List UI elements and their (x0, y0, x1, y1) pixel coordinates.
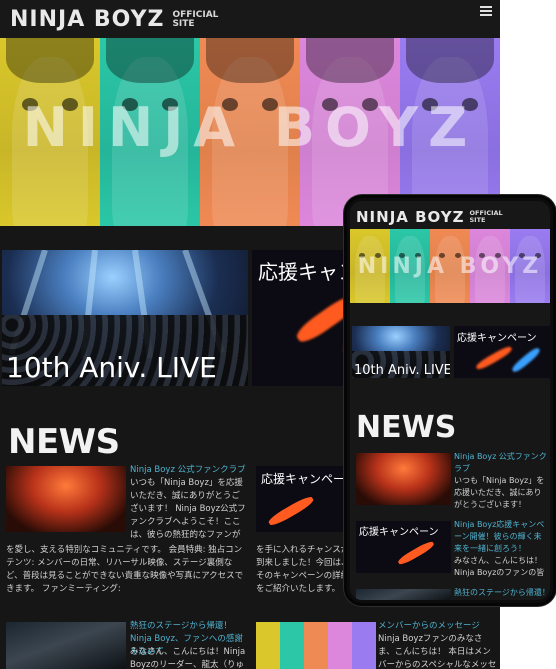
post-excerpt-continued: を愛し、支える特別なコミュニティです。 会員特典: 独占コンテンツ: メンバーの… (6, 545, 244, 594)
mobile-hero-banner: NINJA BOYZ (350, 229, 550, 303)
hero-title: NINJA BOYZ (22, 96, 478, 159)
brand-name: NINJA BOYZ (10, 7, 165, 32)
mobile-post-excerpt: いつも「Ninja Boyz」を応援いただき、誠にありがとうございます！ Nin… (454, 476, 545, 509)
mobile-preview: NINJA BOYZ OFFICIAL SITE NINJA BOYZ 10th… (344, 195, 556, 606)
site-header: NINJA BOYZ OFFICIAL SITE (0, 0, 500, 38)
mobile-brand-sub-line2: SITE (469, 216, 486, 224)
mobile-post-title[interactable]: Ninja Boyz 公式ファンクラブ (454, 451, 548, 475)
mobile-live-tile[interactable]: 10th Aniv. LIVE (352, 326, 450, 378)
mobile-news-post-campaign[interactable]: 応援キャンペーン Ninja Boyz応援キャンペーン開催！彼らの輝く未来を一緒… (350, 519, 550, 583)
post-thumbnail (6, 466, 126, 532)
news-heading: NEWS (8, 422, 120, 462)
post-excerpt-continued: を手に入れるチャンスが到来しました！今回は、そのキャンペーンの詳細をご紹介いたし… (256, 545, 350, 594)
news-post-fanclub[interactable]: Ninja Boyz 公式ファンクラブ いつも「Ninja Boyz」を応援いた… (0, 462, 250, 594)
live-tile[interactable]: 10th Aniv. LIVE (2, 250, 248, 386)
mobile-campaign-tile[interactable]: 応援キャンペーン (454, 326, 550, 378)
post-excerpt: Ninja Boyzファンのみなさま、こんにちは！ 本日はメンバーからのスペシャ… (378, 634, 497, 669)
live-tile-caption: 10th Aniv. LIVE (6, 351, 217, 384)
brand-sub-line2: SITE (172, 19, 195, 29)
mobile-thumb-caption: 応援キャンペーン (359, 527, 439, 538)
mobile-post-title[interactable]: Ninja Boyz応援キャンペーン開催！彼らの輝く未来を一緒に創ろう！ (454, 519, 548, 555)
mobile-campaign-tile-caption: 応援キャンペーン (457, 333, 537, 344)
news-post-member-message[interactable]: メンバーからのメッセージ Ninja Boyzファンのみなさま、こんにちは！ 本… (252, 618, 500, 669)
mobile-post-thumbnail (356, 453, 451, 505)
mobile-post-excerpt: みなさん、こんにちは！ Ninja Boyzのファンの皆 (454, 556, 545, 577)
mobile-site-logo[interactable]: NINJA BOYZ OFFICIAL SITE (356, 209, 503, 225)
mobile-post-title[interactable]: 熱狂のステージから帰還！ (454, 587, 548, 599)
mobile-news-heading: NEWS (356, 410, 457, 445)
post-excerpt: みなさん、こんにちは！Ninja Boyzのリーダー、龍太（りゅう (130, 647, 246, 669)
mobile-brand-subtitle: OFFICIAL SITE (470, 210, 503, 224)
mobile-news-post-stage-return[interactable]: 熱狂のステージから帰還！ (350, 587, 550, 600)
mobile-news-post-fanclub[interactable]: Ninja Boyz 公式ファンクラブ いつも「Ninja Boyz」を応援いた… (350, 451, 550, 515)
post-title[interactable]: Ninja Boyz 公式ファンクラブ (130, 464, 248, 477)
thumb-caption: 応援キャンペーン (261, 472, 348, 486)
post-thumbnail (6, 622, 126, 669)
site-logo[interactable]: NINJA BOYZ OFFICIAL SITE (10, 8, 218, 32)
mobile-post-thumbnail (356, 589, 451, 600)
mobile-live-tile-caption: 10th Aniv. LIVE (354, 363, 450, 378)
mobile-brand-name: NINJA BOYZ (356, 208, 465, 226)
mobile-post-thumbnail: 応援キャンペーン (356, 521, 451, 573)
hamburger-menu-icon[interactable] (480, 6, 492, 16)
post-title[interactable]: メンバーからのメッセージ (378, 620, 498, 633)
mobile-screen: NINJA BOYZ OFFICIAL SITE NINJA BOYZ 10th… (350, 201, 550, 600)
post-excerpt: いつも「Ninja Boyz」を応援いただき、誠にありがとうございます！ Nin… (130, 478, 246, 540)
news-post-stage-return[interactable]: 熱狂のステージから帰還！Ninja Boyz、ファンへの感謝を込めて みなさん、… (0, 618, 250, 669)
brand-subtitle: OFFICIAL SITE (172, 11, 218, 29)
mobile-hero-title: NINJA BOYZ (357, 254, 543, 279)
mobile-feature-tiles: 10th Aniv. LIVE 応援キャンペーン (350, 326, 550, 378)
post-thumbnail (256, 622, 376, 669)
post-thumbnail: 応援キャンペーン (256, 466, 348, 532)
